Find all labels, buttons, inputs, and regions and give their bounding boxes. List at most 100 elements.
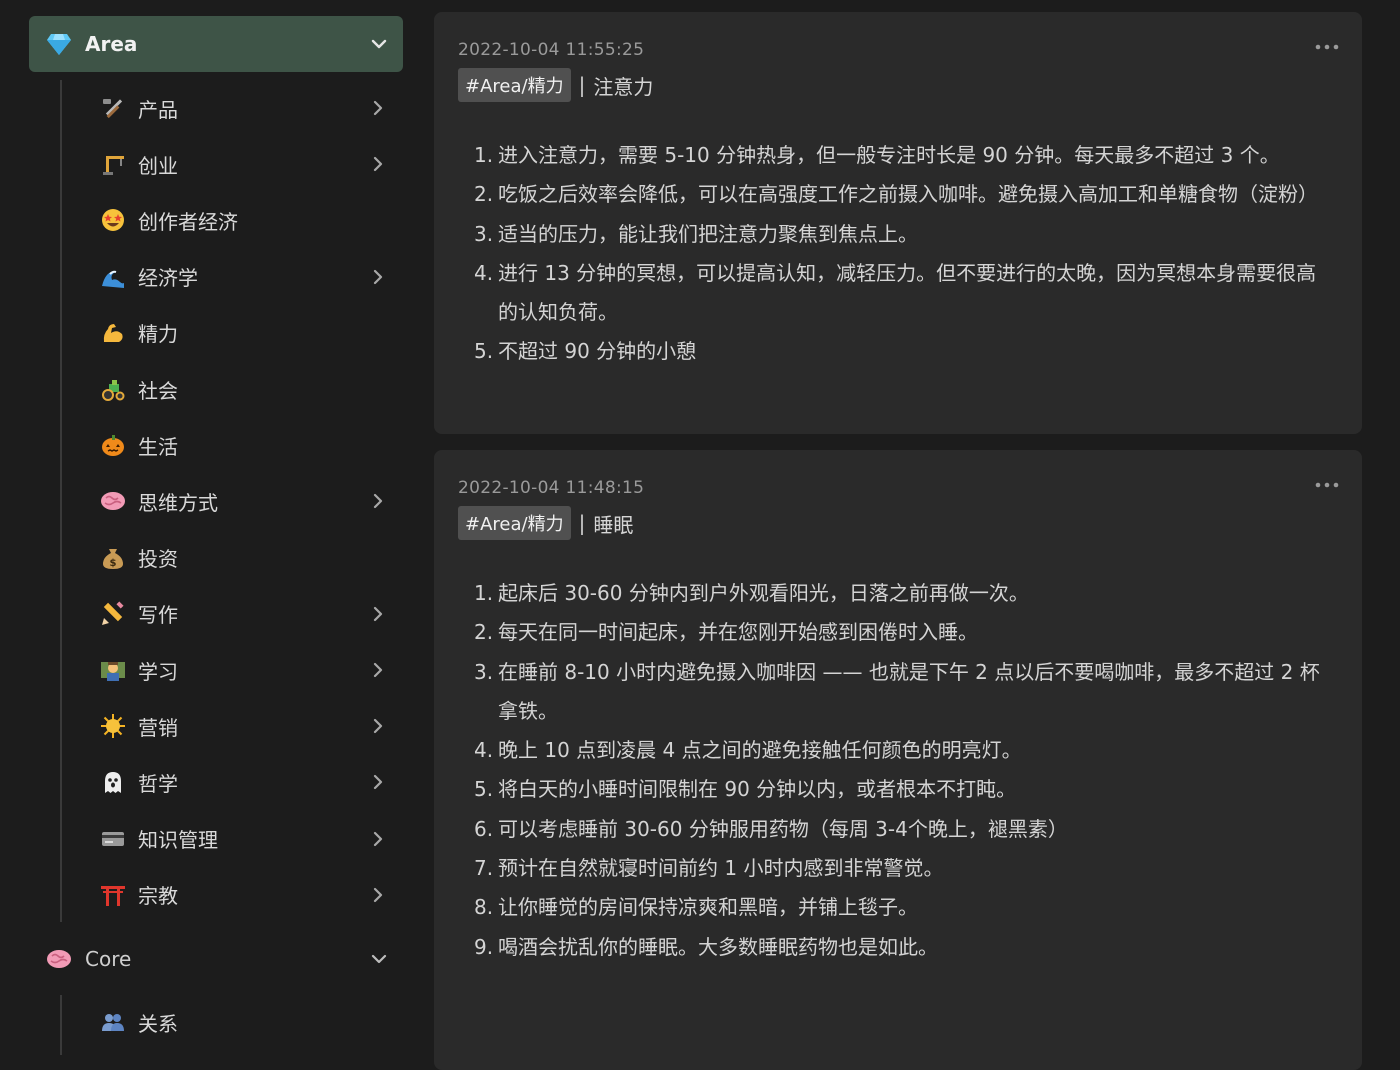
list-item: 8. 让你睡觉的房间保持凉爽和黑暗，并铺上毯子。 [474, 888, 1334, 927]
list-item-text: 喝酒会扰乱你的睡眠。大多数睡眠药物也是如此。 [498, 934, 938, 959]
sidebar-item[interactable]: 哲学 [90, 757, 396, 807]
list-item-number: 3. [474, 659, 494, 684]
note-title: 注意力 [593, 74, 654, 99]
list-item: 1. 起床后 30-60 分钟内到户外观看阳光，日落之前再做一次。 [474, 574, 1334, 613]
list-item-number: 2. [474, 620, 494, 645]
more-options-icon[interactable] [1314, 40, 1340, 54]
card-icon [98, 824, 128, 854]
sidebar-item-label: 知识管理 [138, 828, 218, 853]
note-list: 1. 进入注意力，需要 5-10 分钟热身，但一般专注时长是 90 分钟。每天最多… [474, 136, 1334, 372]
chevron-right-icon[interactable] [368, 267, 388, 287]
sidebar-item[interactable]: 知识管理 [90, 814, 396, 864]
list-item-number: 4. [474, 260, 494, 285]
sidebar-item-label: 经济学 [138, 266, 198, 291]
chevron-right-icon[interactable] [368, 98, 388, 118]
chevron-right-icon[interactable] [368, 829, 388, 849]
sidebar-item-label: 哲学 [138, 771, 178, 796]
note-title-line: #Area/精力 | 注意力 [458, 68, 653, 102]
chevron-right-icon[interactable] [368, 154, 388, 174]
sidebar-item[interactable]: 创作者经济 [90, 195, 396, 245]
sidebar-item-label: 宗教 [138, 884, 178, 909]
list-item-text: 适当的压力，能让我们把注意力聚焦到焦点上。 [498, 221, 918, 246]
note-timestamp: 2022-10-04 11:55:25 [458, 40, 645, 60]
sidebar-item[interactable]: 精力 [90, 308, 396, 358]
list-item-number: 9. [474, 934, 494, 959]
sidebar-group-area[interactable]: Area [29, 16, 403, 72]
note-card: 2022-10-04 11:55:25 #Area/精力 | 注意力 1. 进入注… [434, 12, 1362, 434]
list-item-number: 3. [474, 221, 494, 246]
list-item-number: 5. [474, 777, 494, 802]
list-item-number: 4. [474, 738, 494, 763]
chevron-right-icon[interactable] [368, 491, 388, 511]
sidebar-item[interactable]: 创业 [90, 139, 396, 189]
chevron-right-icon[interactable] [368, 660, 388, 680]
tree-guide-line [60, 995, 62, 1055]
list-item-text: 不超过 90 分钟的小憩 [498, 339, 697, 364]
sidebar-item[interactable]: 营销 [90, 701, 396, 751]
list-item-text: 晚上 10 点到凌晨 4 点之间的避免接触任何颜色的明亮灯。 [498, 738, 1022, 763]
sidebar-item-label: 社会 [138, 378, 178, 403]
list-item-number: 8. [474, 895, 494, 920]
list-item-text: 预计在自然就寝时间前约 1 小时内感到非常警觉。 [498, 856, 944, 881]
sidebar-item-label: 关系 [138, 1011, 178, 1036]
sidebar-item[interactable]: 生活 [90, 420, 396, 470]
brain-icon [45, 945, 73, 973]
sidebar-item[interactable]: $ 投资 [90, 533, 396, 583]
title-separator: | [578, 73, 586, 97]
flexed-biceps-icon [98, 318, 128, 348]
list-item: 4. 进行 13 分钟的冥想，可以提高认知，减轻压力。但不要进行的太晚，因为冥想本… [474, 254, 1334, 333]
sidebar-item-label: 写作 [138, 603, 178, 628]
hammer-wrench-icon [98, 93, 128, 123]
list-item-text: 可以考虑睡前 30-60 分钟服用药物（每周 3-4个晚上，褪黑素） [498, 816, 1068, 841]
list-item-number: 1. [474, 581, 494, 605]
sidebar-item[interactable]: 宗教 [90, 870, 396, 920]
list-item: 5. 将白天的小睡时间限制在 90 分钟以内，或者根本不打盹。 [474, 770, 1334, 809]
note-tag[interactable]: #Area/精力 [458, 68, 571, 102]
title-separator: | [578, 511, 586, 535]
svg-text:$: $ [110, 558, 117, 569]
sidebar-item[interactable]: 学习 [90, 645, 396, 695]
teacher-icon [98, 655, 128, 685]
list-item-number: 5. [474, 339, 494, 364]
note-card: 2022-10-04 11:48:15 #Area/精力 | 睡眠 1. 起床后 … [434, 450, 1362, 1070]
list-item-text: 进行 13 分钟的冥想，可以提高认知，减轻压力。但不要进行的太晚，因为冥想本身需… [498, 260, 1317, 325]
list-item-number: 2. [474, 182, 494, 207]
list-item: 9. 喝酒会扰乱你的睡眠。大多数睡眠药物也是如此。 [474, 928, 1334, 967]
sidebar-item[interactable]: 思维方式 [90, 476, 396, 526]
note-list: 1. 起床后 30-60 分钟内到户外观看阳光，日落之前再做一次。 2. 每天在同一时… [474, 574, 1334, 967]
sidebar-item-label: 创业 [138, 153, 178, 178]
pencil-icon [98, 599, 128, 629]
sidebar-item-label: 精力 [138, 322, 178, 347]
brain-icon [98, 486, 128, 516]
chevron-right-icon[interactable] [368, 772, 388, 792]
wave-icon [98, 262, 128, 292]
chevron-right-icon[interactable] [368, 604, 388, 624]
list-item: 7. 预计在自然就寝时间前约 1 小时内感到非常警觉。 [474, 849, 1334, 888]
sidebar-item-label: 投资 [138, 547, 178, 572]
sidebar-item[interactable]: 写作 [90, 589, 396, 639]
crane-icon [98, 149, 128, 179]
chevron-right-icon[interactable] [368, 716, 388, 736]
pumpkin-icon [98, 430, 128, 460]
more-options-icon[interactable] [1314, 478, 1340, 492]
sidebar-group-core[interactable]: Core [29, 931, 403, 987]
sidebar-item[interactable]: 关系 [90, 997, 396, 1047]
sidebar-item[interactable]: 经济学 [90, 252, 396, 302]
list-item-text: 让你睡觉的房间保持凉爽和黑暗，并铺上毯子。 [498, 895, 918, 920]
sidebar-item-label: 学习 [138, 659, 178, 684]
gem-icon [45, 30, 73, 58]
note-title: 睡眠 [593, 512, 634, 537]
chevron-right-icon[interactable] [368, 885, 388, 905]
sidebar: Area 产品创业创作者经济经济学精力社会生活思维方式 $ 投资写作学习营销哲学知识… [0, 0, 420, 1055]
torii-gate-icon [98, 880, 128, 910]
tree-guide-line [60, 80, 62, 922]
sidebar-item-label: 思维方式 [138, 490, 218, 515]
list-item-text: 进入注意力，需要 5-10 分钟热身，但一般专注时长是 90 分钟。每天最多不超… [498, 143, 1280, 167]
chevron-down-icon [371, 954, 387, 964]
sidebar-item-label: 营销 [138, 715, 178, 740]
sidebar-item[interactable]: 社会 [90, 364, 396, 414]
note-tag[interactable]: #Area/精力 [458, 506, 571, 540]
sidebar-item[interactable]: 产品 [90, 83, 396, 133]
sidebar-item-label: 创作者经济 [138, 209, 238, 234]
list-item: 4. 晚上 10 点到凌晨 4 点之间的避免接触任何颜色的明亮灯。 [474, 731, 1334, 770]
